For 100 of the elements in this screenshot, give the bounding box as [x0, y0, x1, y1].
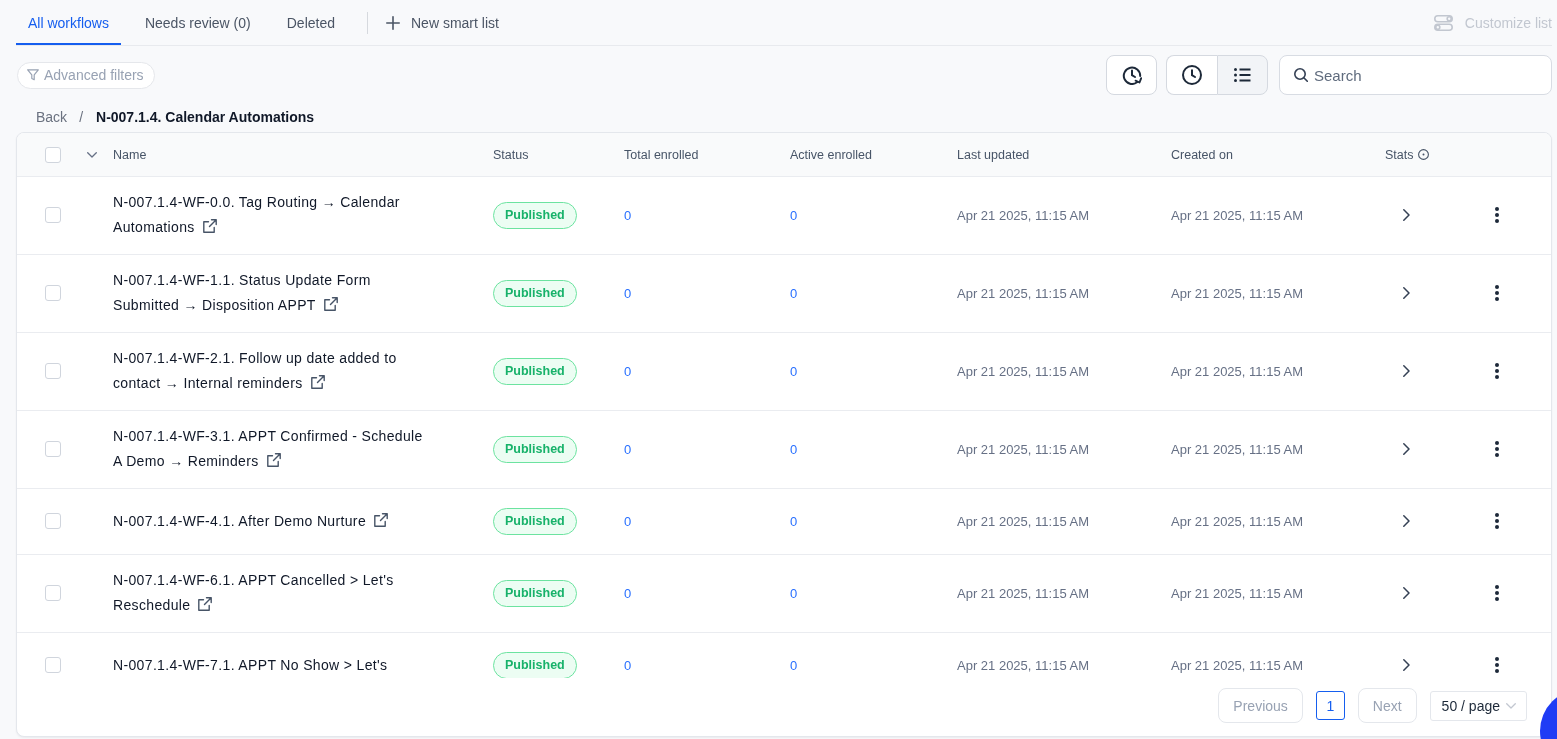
total-enrolled-link[interactable]: 0 — [624, 585, 632, 601]
active-enrolled-link[interactable]: 0 — [790, 513, 798, 529]
workflow-name[interactable]: N-007.1.4-WF-1.1. Status Update Form Submitted → Disposition APPT — [113, 268, 429, 318]
history-button[interactable] — [1106, 55, 1157, 95]
column-header: Active enrolled — [790, 147, 872, 162]
status-badge: Published — [493, 579, 577, 607]
chevron-right-icon[interactable] — [1403, 287, 1410, 299]
page-size-select[interactable]: 50 / page — [1429, 690, 1527, 721]
total-enrolled-link[interactable]: 0 — [624, 207, 632, 223]
row-checkbox[interactable] — [45, 585, 61, 601]
last-updated-date: Apr 21 2025, 11:15 AM — [957, 363, 1090, 379]
status-badge: Published — [493, 279, 577, 307]
total-enrolled-link[interactable]: 0 — [624, 441, 632, 457]
active-enrolled-link[interactable]: 0 — [790, 207, 798, 223]
column-header: Total enrolled — [624, 147, 699, 162]
external-link-icon[interactable] — [202, 219, 217, 233]
external-link-icon[interactable] — [266, 453, 281, 467]
back-link[interactable]: Back — [36, 109, 68, 125]
advanced-filters-button[interactable]: Advanced filters — [17, 61, 155, 89]
active-enrolled-link[interactable]: 0 — [790, 441, 798, 457]
status-badge: Published — [493, 357, 577, 385]
workflow-name[interactable]: N-007.1.4-WF-7.1. APPT No Show > Let's — [113, 652, 388, 678]
column-header: Name — [113, 147, 147, 162]
workflow-name[interactable]: N-007.1.4-WF-2.1. Follow up date added to contact → Internal reminders — [113, 346, 429, 396]
more-options-icon[interactable] — [1495, 207, 1499, 223]
tab[interactable]: All workflows — [16, 0, 121, 45]
clock-icon[interactable] — [1182, 65, 1202, 85]
tab[interactable]: Needs review (0) — [132, 0, 263, 45]
last-updated-date: Apr 21 2025, 11:15 AM — [957, 513, 1090, 529]
chevron-right-icon[interactable] — [1403, 365, 1410, 377]
active-enrolled-link[interactable]: 0 — [790, 363, 798, 379]
total-enrolled-link[interactable]: 0 — [624, 285, 632, 301]
status-badge: Published — [493, 435, 577, 463]
status-badge: Published — [493, 507, 577, 535]
search-icon[interactable] — [1294, 68, 1308, 82]
info-icon[interactable] — [1417, 149, 1429, 160]
column-header: Stats — [1385, 147, 1414, 162]
chevron-right-icon[interactable] — [1403, 587, 1410, 599]
created-on-date: Apr 21 2025, 11:15 AM — [1171, 657, 1304, 673]
row-checkbox[interactable] — [45, 657, 61, 673]
more-options-icon[interactable] — [1495, 513, 1499, 529]
workflow-name[interactable]: N-007.1.4-WF-3.1. APPT Confirmed - Schedule A Demo → Reminders — [113, 424, 429, 474]
external-link-icon[interactable] — [310, 375, 325, 389]
last-updated-date: Apr 21 2025, 11:15 AM — [957, 585, 1090, 601]
search-field[interactable]: Search — [1279, 55, 1552, 95]
workflow-name[interactable]: N-007.1.4-WF-6.1. APPT Cancelled > Let's Reschedule — [113, 568, 429, 618]
external-link-icon[interactable] — [198, 597, 213, 611]
page-button[interactable]: 1 — [1315, 691, 1345, 720]
external-link-icon[interactable] — [374, 512, 388, 527]
created-on-date: Apr 21 2025, 11:15 AM — [1171, 585, 1304, 601]
total-enrolled-link[interactable]: 0 — [624, 363, 632, 379]
more-options-icon[interactable] — [1495, 363, 1499, 379]
row-checkbox[interactable] — [45, 363, 61, 379]
active-enrolled-link[interactable]: 0 — [790, 585, 798, 601]
more-options-icon[interactable] — [1495, 285, 1499, 301]
created-on-date: Apr 21 2025, 11:15 AM — [1171, 285, 1304, 301]
last-updated-date: Apr 21 2025, 11:15 AM — [957, 285, 1090, 301]
chevron-right-icon[interactable] — [1403, 659, 1410, 671]
row-checkbox[interactable] — [45, 441, 61, 457]
list-view-button[interactable] — [1217, 55, 1268, 95]
caret-down-icon[interactable] — [87, 151, 97, 158]
active-enrolled-link[interactable]: 0 — [790, 285, 798, 301]
last-updated-date: Apr 21 2025, 11:15 AM — [957, 207, 1090, 223]
total-enrolled-link[interactable]: 0 — [624, 513, 632, 529]
more-options-icon[interactable] — [1495, 585, 1499, 601]
created-on-date: Apr 21 2025, 11:15 AM — [1171, 513, 1304, 529]
last-updated-date: Apr 21 2025, 11:15 AM — [957, 441, 1090, 457]
search-input[interactable]: Search — [1314, 66, 1539, 84]
created-on-date: Apr 21 2025, 11:15 AM — [1171, 363, 1304, 379]
workflow-name[interactable]: N-007.1.4-WF-4.1. After Demo Nurture — [113, 508, 388, 534]
plus-icon[interactable] — [386, 15, 400, 30]
status-badge: Published — [493, 201, 577, 229]
more-options-icon[interactable] — [1495, 441, 1499, 457]
created-on-date: Apr 21 2025, 11:15 AM — [1171, 207, 1304, 223]
row-checkbox[interactable] — [45, 207, 61, 223]
tab[interactable]: Deleted — [274, 0, 347, 45]
filter-icon[interactable] — [27, 69, 39, 81]
chevron-right-icon[interactable] — [1403, 443, 1410, 455]
chevron-right-icon[interactable] — [1403, 515, 1410, 527]
chevron-right-icon[interactable] — [1403, 209, 1410, 221]
last-updated-date: Apr 21 2025, 11:15 AM — [957, 657, 1090, 673]
clock-arrow-icon[interactable] — [1121, 65, 1142, 85]
total-enrolled-link[interactable]: 0 — [624, 657, 632, 673]
row-checkbox[interactable] — [45, 285, 61, 301]
column-header: Status — [493, 147, 529, 162]
workflow-name[interactable]: N-007.1.4-WF-0.0. Tag Routing → Calendar Automations — [113, 190, 429, 240]
column-header: Last updated — [957, 147, 1030, 162]
created-on-date: Apr 21 2025, 11:15 AM — [1171, 441, 1304, 457]
list-icon[interactable] — [1234, 68, 1251, 82]
new-smart-list-button[interactable]: New smart list — [386, 14, 499, 31]
status-badge: Published — [493, 651, 577, 678]
row-checkbox[interactable] — [45, 513, 61, 529]
clock-view-button[interactable] — [1166, 55, 1217, 95]
breadcrumb-separator: / — [79, 109, 83, 125]
select-all-checkbox[interactable] — [45, 146, 61, 163]
column-header: Created on — [1171, 147, 1233, 162]
external-link-icon[interactable] — [323, 297, 338, 311]
breadcrumb-current: N-007.1.4. Calendar Automations — [96, 109, 315, 125]
active-enrolled-link[interactable]: 0 — [790, 657, 798, 673]
more-options-icon[interactable] — [1495, 657, 1499, 673]
